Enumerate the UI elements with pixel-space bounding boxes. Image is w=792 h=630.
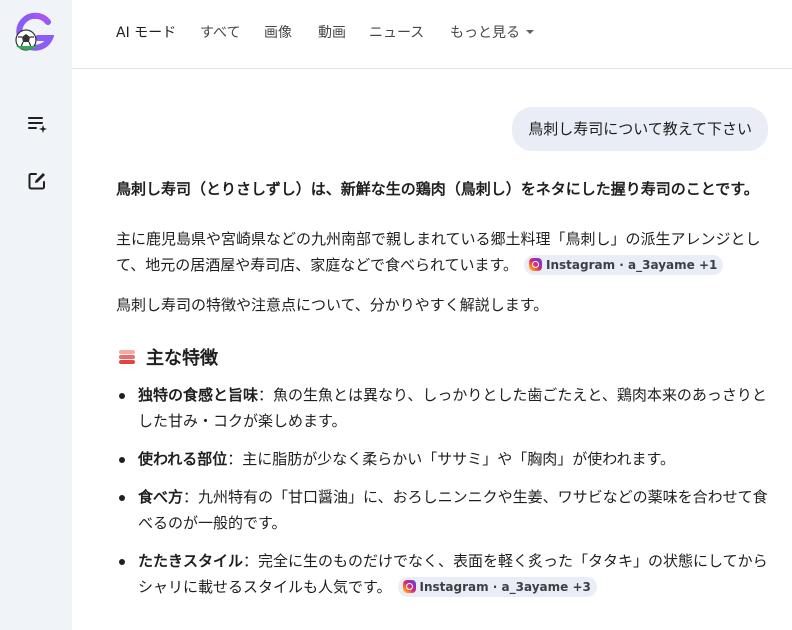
chevron-down-icon bbox=[526, 30, 534, 34]
list-item: 食べ方：九州特有の「甘口醤油」に、おろしニンニクや生姜、ワサビなどの薬味を合わせ… bbox=[116, 484, 772, 536]
tab-videos[interactable]: 動画 bbox=[318, 22, 346, 42]
instagram-icon bbox=[529, 258, 543, 271]
new-list-button[interactable] bbox=[23, 110, 51, 138]
google-g-logo-icon bbox=[15, 12, 55, 51]
side-rail bbox=[0, 0, 72, 630]
feature-text: ：九州特有の「甘口醤油」に、おろしニンニクや生姜、ワサビなどの薬味を合わせて食べ… bbox=[138, 488, 768, 532]
answer-summary: 鳥刺し寿司の特徴や注意点について、分かりやすく解説します。 bbox=[116, 296, 549, 314]
feature-term: 独特の食感と旨味 bbox=[138, 386, 259, 404]
source-chip-label: Instagram · a_3ayame +3 bbox=[419, 579, 591, 594]
feature-text: ：主に脂肪が少なく柔らかい「ササミ」や「胸肉」が使われます。 bbox=[227, 450, 676, 468]
feature-list: 独特の食感と旨味：魚の生魚とは異なり、しっかりとした歯ごたえと、鶏肉本来のあっさ… bbox=[116, 382, 772, 600]
tab-news[interactable]: ニュース bbox=[369, 22, 424, 42]
source-chip[interactable]: Instagram · a_3ayame +1 bbox=[524, 254, 724, 275]
tab-more-label: もっと見る bbox=[450, 25, 520, 41]
list-item: 独特の食感と旨味：魚の生魚とは異なり、しっかりとした歯ごたえと、鶏肉本来のあっさ… bbox=[116, 382, 772, 434]
feature-term: 食べ方 bbox=[138, 488, 184, 506]
instagram-icon bbox=[402, 580, 416, 593]
tab-ai-mode[interactable]: AI モード bbox=[116, 22, 176, 42]
list-item: たたきスタイル：完全に生のものだけでなく、表面を軽く炙った「タタキ」の状態にして… bbox=[116, 548, 772, 600]
ai-answer: 鳥刺し寿司（とりさしずし）は、新鮮な生の鶏肉（鳥刺し）をネタにした握り寿司のこと… bbox=[116, 176, 772, 600]
edit-icon bbox=[28, 173, 45, 190]
user-query-bubble: 鳥刺し寿司について教えて下さい bbox=[512, 107, 768, 151]
layered-stack-icon bbox=[119, 350, 135, 364]
answer-lead: 鳥刺し寿司（とりさしずし）は、新鮮な生の鶏肉（鳥刺し）をネタにした握り寿司のこと… bbox=[116, 180, 759, 198]
google-logo[interactable] bbox=[8, 10, 55, 54]
list-item: 使われる部位：主に脂肪が少なく柔らかい「ササミ」や「胸肉」が使われます。 bbox=[116, 446, 772, 472]
answer-intro: 主に鹿児島県や宮崎県などの九州南部で親しまれている郷土料理「鳥刺し」の派生アレン… bbox=[116, 226, 772, 278]
section-title: 主な特徴 bbox=[146, 348, 218, 369]
new-list-sparkle-icon bbox=[28, 117, 47, 133]
feature-term: たたきスタイル bbox=[138, 552, 244, 570]
feature-term: 使われる部位 bbox=[138, 450, 228, 468]
edit-button[interactable] bbox=[23, 167, 51, 195]
section-heading: 主な特徴 bbox=[116, 344, 772, 370]
tab-images[interactable]: 画像 bbox=[264, 22, 292, 42]
source-chip[interactable]: Instagram · a_3ayame +3 bbox=[397, 576, 597, 597]
tab-all[interactable]: すべて bbox=[200, 22, 240, 42]
top-nav: AI モード すべて 画像 動画 ニュース もっと見る bbox=[72, 0, 792, 69]
source-chip-label: Instagram · a_3ayame +1 bbox=[546, 257, 718, 272]
tab-more[interactable]: もっと見る bbox=[450, 22, 534, 42]
